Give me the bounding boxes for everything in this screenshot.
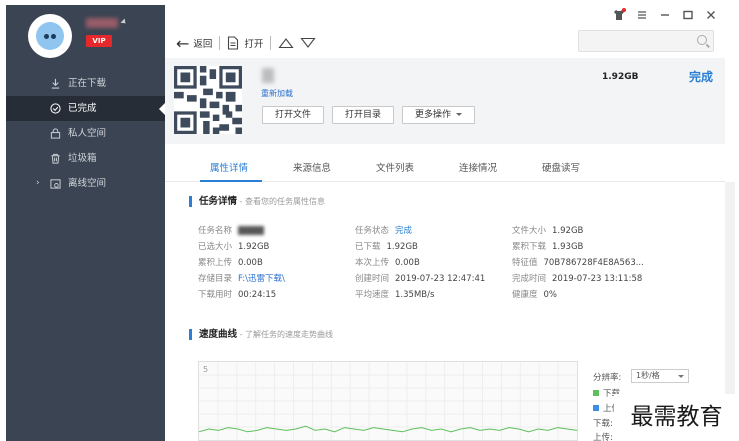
detail-created-time: 创建时间 2019-07-23 12:47:41	[355, 274, 486, 284]
detail-save-dir: 存储目录 F:\迅雷下载\	[198, 274, 285, 284]
interval-value: 1秒/格	[636, 371, 660, 380]
check-circle-icon	[50, 103, 61, 114]
sidebar-item-downloading[interactable]: 正在下载	[6, 71, 165, 96]
task-details-heading: 任务详情 - 查看您的任务属性信息	[189, 196, 325, 207]
vip-badge[interactable]: VIP	[86, 35, 112, 47]
tab-properties[interactable]: 属性详情	[210, 160, 248, 174]
speed-curve-subtitle: - 了解任务的速度走势曲线	[237, 330, 333, 339]
chevron-down-icon	[678, 375, 684, 378]
save-dir-link[interactable]: F:\迅雷下载\	[238, 274, 285, 284]
detail-file-size: 文件大小 1.92GB	[512, 226, 584, 236]
detail-selected-size: 已选大小 1.92GB	[198, 242, 270, 252]
sidebar: VIP 正在下载 已完成 私人空间 垃圾箱 › 离线空间	[6, 5, 165, 441]
speed-chart: 5	[198, 361, 578, 441]
menu-icon[interactable]	[636, 9, 648, 21]
task-details-subtitle: - 查看您的任务属性信息	[237, 197, 325, 206]
file-open-icon[interactable]	[227, 36, 239, 50]
search-icon[interactable]	[697, 35, 707, 45]
tab-disk-io[interactable]: 硬盘读写	[542, 160, 580, 174]
back-button[interactable]: 返回	[193, 36, 212, 50]
open-button[interactable]: 打开	[244, 36, 263, 50]
speed-chart-svg: 5	[199, 362, 577, 440]
sidebar-item-private-space[interactable]: 私人空间	[6, 121, 165, 146]
open-directory-button[interactable]: 打开目录	[332, 106, 395, 124]
move-down-icon[interactable]	[300, 37, 317, 49]
tab-file-list[interactable]: 文件列表	[376, 160, 414, 174]
avatar[interactable]	[28, 14, 72, 58]
sidebar-item-offline-space[interactable]: › 离线空间	[6, 171, 165, 196]
interval-label: 分辨率:	[593, 373, 622, 383]
reload-link[interactable]: 重新加载	[261, 88, 293, 99]
speed-curve-heading: 速度曲线 - 了解任务的速度走势曲线	[189, 329, 333, 340]
qr-code-icon	[174, 66, 242, 134]
watermark: 最需教育	[614, 394, 739, 441]
detail-hash: 特征值 70B786728F4E8A563...	[512, 258, 644, 268]
lock-icon	[50, 128, 61, 139]
task-status: 完成	[689, 70, 714, 84]
detail-this-upload: 本次上传 0.00B	[355, 258, 420, 268]
file-name	[262, 68, 274, 83]
interval-select[interactable]: 1秒/格	[631, 369, 689, 383]
detail-avg-speed: 平均速度 1.35MB/s	[355, 290, 435, 300]
task-header: 重新加载 打开文件 打开目录 更多操作 1.92GB 完成	[165, 58, 725, 144]
detail-task-name: 任务名称	[198, 224, 265, 236]
window-controls	[613, 8, 717, 22]
detail-total-download: 累积下载 1.93GB	[512, 242, 584, 252]
detail-downloaded: 已下载 1.92GB	[355, 242, 418, 252]
tab-source-info[interactable]: 来源信息	[293, 160, 331, 174]
user-menu-caret-icon[interactable]	[120, 18, 128, 26]
sidebar-item-label: 私人空间	[68, 128, 107, 139]
detail-tabs: 属性详情 来源信息 文件列表 连接情况 硬盘读写	[165, 152, 725, 182]
move-up-icon[interactable]	[278, 37, 295, 49]
legend-swatch-upload	[593, 405, 599, 411]
more-actions-button[interactable]: 更多操作	[402, 106, 476, 124]
close-icon[interactable]	[705, 9, 717, 21]
sidebar-item-completed[interactable]: 已完成	[6, 96, 165, 121]
legend-swatch-download	[593, 390, 599, 396]
task-action-buttons: 打开文件 打开目录 更多操作	[262, 106, 476, 124]
trash-icon	[51, 153, 60, 164]
active-tab-underline	[200, 180, 262, 182]
avatar-face-icon	[36, 22, 64, 50]
cloud-folder-icon	[50, 179, 61, 189]
speed-curve-title: 速度曲线	[199, 329, 238, 340]
toolbar: ← 返回 打开	[176, 31, 317, 55]
minimize-icon[interactable]	[659, 9, 671, 21]
shirt-icon[interactable]	[613, 8, 626, 21]
detail-task-status: 任务状态 完成	[355, 226, 413, 236]
detail-download-time: 下载用时 00:24:15	[198, 290, 277, 300]
chevron-down-icon	[456, 113, 463, 116]
open-file-button[interactable]: 打开文件	[262, 106, 325, 124]
sidebar-nav: 正在下载 已完成 私人空间 垃圾箱 › 离线空间	[6, 71, 165, 196]
expand-chevron-icon[interactable]: ›	[36, 171, 40, 196]
username[interactable]	[86, 18, 118, 28]
detail-health: 健康度 0%	[512, 290, 558, 300]
detail-uploaded-total: 累积上传 0.00B	[198, 258, 263, 268]
task-size: 1.92GB	[602, 72, 639, 82]
tab-connections[interactable]: 连接情况	[459, 160, 497, 174]
search-box[interactable]	[578, 30, 714, 52]
back-arrow-icon[interactable]: ←	[176, 34, 189, 53]
sidebar-item-label: 已完成	[68, 103, 97, 114]
detail-finished-time: 完成时间 2019-07-23 13:11:58	[512, 274, 643, 284]
sidebar-item-label: 离线空间	[68, 178, 107, 189]
toolbar-divider	[219, 36, 221, 50]
sidebar-item-label: 垃圾箱	[68, 153, 97, 164]
sidebar-item-trash[interactable]: 垃圾箱	[6, 146, 165, 171]
sidebar-item-label: 正在下载	[68, 78, 107, 89]
download-icon	[51, 78, 60, 89]
y-tick-top: 5	[203, 365, 208, 374]
more-actions-label: 更多操作	[415, 110, 452, 120]
search-input[interactable]	[579, 31, 689, 51]
maximize-icon[interactable]	[682, 9, 694, 21]
task-name-value	[238, 226, 265, 235]
toolbar-divider	[270, 36, 272, 50]
task-details-grid: 任务名称 已选大小 1.92GB 累积上传 0.00B 存储目录 F:\迅雷下载\ 下…	[198, 224, 718, 304]
task-details-title: 任务详情	[199, 196, 238, 207]
